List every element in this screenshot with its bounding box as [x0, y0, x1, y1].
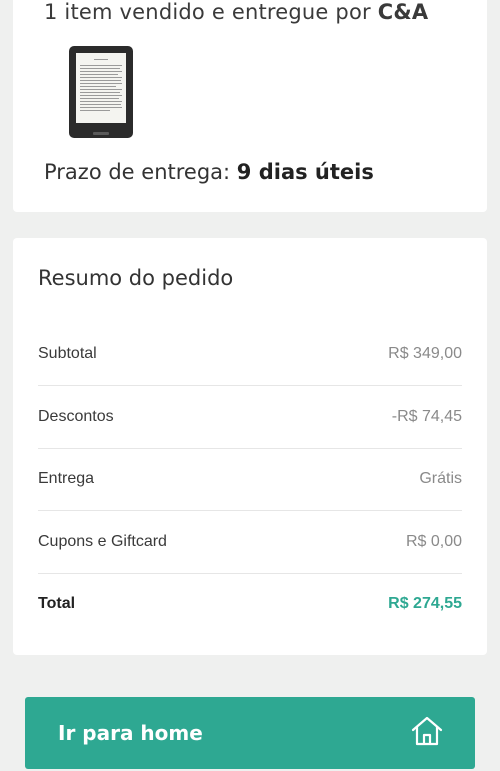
order-summary-card: Resumo do pedido Subtotal R$ 349,00 Desc…	[13, 238, 487, 655]
summary-row-label: Subtotal	[38, 345, 97, 362]
go-home-label: Ir para home	[58, 721, 203, 745]
product-logo	[93, 132, 109, 135]
summary-row-discounts: Descontos -R$ 74,45	[38, 386, 462, 449]
summary-row-total: Total R$ 274,55	[38, 573, 462, 635]
summary-row-label: Cupons e Giftcard	[38, 533, 167, 550]
total-label: Total	[38, 595, 76, 612]
order-info-card: 1 item vendido e entregue por C&A Prazo …	[13, 0, 487, 212]
summary-row-value: -R$ 74,45	[391, 408, 462, 425]
home-icon	[411, 716, 443, 751]
items-sold-text: 1 item vendido e entregue por	[44, 0, 371, 24]
summary-row-label: Entrega	[38, 470, 95, 487]
summary-row-value: R$ 0,00	[405, 533, 462, 550]
summary-row-shipping: Entrega Grátis	[38, 448, 462, 511]
summary-row-value: R$ 349,00	[388, 345, 462, 362]
delivery-value: 9 dias úteis	[236, 160, 374, 184]
seller-name: C&A	[377, 0, 429, 24]
seller-line: 1 item vendido e entregue por C&A	[44, 0, 428, 24]
product-image	[69, 46, 133, 138]
total-value: R$ 274,55	[388, 595, 462, 612]
delivery-label: Prazo de entrega:	[44, 160, 231, 184]
summary-row-subtotal: Subtotal R$ 349,00	[38, 323, 462, 386]
summary-row-label: Descontos	[38, 408, 114, 425]
delivery-estimate: Prazo de entrega: 9 dias úteis	[44, 160, 374, 184]
summary-row-coupons: Cupons e Giftcard R$ 0,00	[38, 511, 462, 574]
summary-row-value: Grátis	[419, 470, 462, 487]
go-home-button[interactable]: Ir para home	[25, 697, 475, 769]
product-screen	[76, 53, 126, 123]
summary-title: Resumo do pedido	[38, 266, 234, 290]
